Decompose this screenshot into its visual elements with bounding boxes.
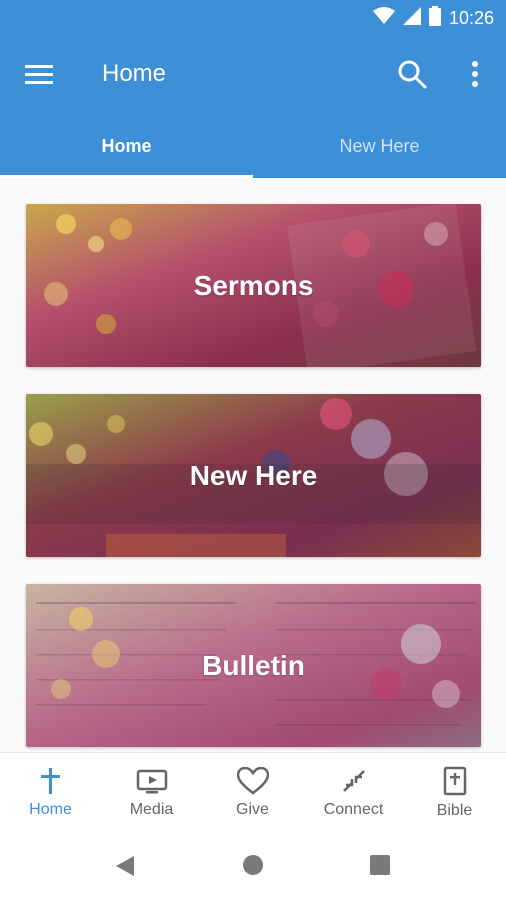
more-vert-icon — [472, 61, 478, 87]
content-area[interactable]: Sermons New Here Bulletin — [0, 178, 506, 752]
more-options-button[interactable] — [462, 58, 488, 90]
nav-bible-label: Bible — [436, 802, 473, 819]
home-system-button[interactable] — [242, 854, 264, 881]
tab-new-here-label: New Here — [339, 135, 420, 156]
nav-connect[interactable]: Connect — [303, 753, 404, 833]
nav-media-label: Media — [129, 801, 174, 818]
page-title: Home — [102, 60, 167, 87]
nav-media[interactable]: Media — [101, 753, 202, 833]
nav-give-label: Give — [236, 801, 269, 818]
tab-home[interactable]: Home — [0, 114, 253, 178]
tab-bar: Home New Here — [0, 114, 506, 178]
cross-icon — [40, 768, 60, 794]
tv-icon — [136, 769, 167, 794]
card-bulletin[interactable]: Bulletin — [26, 584, 481, 747]
card-new-here-label: New Here — [189, 459, 318, 491]
bible-icon — [443, 766, 466, 796]
tab-new-here[interactable]: New Here — [253, 114, 506, 178]
recents-button[interactable] — [369, 854, 391, 881]
nav-home-label: Home — [29, 801, 72, 818]
nav-connect-label: Connect — [323, 801, 384, 818]
home-circle-icon — [243, 855, 263, 875]
card-sermons-label: Sermons — [193, 269, 314, 301]
nav-give[interactable]: Give — [202, 753, 303, 833]
back-button[interactable] — [114, 854, 136, 883]
app-bar: Home — [0, 36, 506, 114]
search-icon — [398, 60, 427, 89]
search-button[interactable] — [396, 58, 428, 90]
tab-home-label: Home — [101, 135, 152, 156]
status-time: 10:26 — [448, 8, 494, 28]
card-sermons[interactable]: Sermons — [26, 204, 481, 367]
connect-arrows-icon — [342, 770, 365, 792]
signal-icon — [402, 7, 421, 30]
card-bulletin-label: Bulletin — [202, 649, 305, 681]
recents-square-icon — [370, 855, 390, 875]
status-bar: 10:26 — [0, 0, 506, 36]
wifi-icon — [372, 7, 395, 30]
battery-icon — [428, 6, 441, 31]
back-triangle-icon — [116, 856, 134, 876]
bottom-navigation: Home Media Give Connect Bible — [0, 752, 506, 833]
nav-bible[interactable]: Bible — [404, 753, 505, 833]
heart-icon — [236, 767, 269, 795]
system-navigation-bar — [0, 832, 506, 900]
menu-button[interactable] — [22, 58, 56, 92]
card-new-here[interactable]: New Here — [26, 394, 481, 557]
hamburger-menu-icon — [25, 65, 53, 84]
nav-home[interactable]: Home — [0, 753, 101, 833]
status-icons: 10:26 — [372, 6, 494, 31]
